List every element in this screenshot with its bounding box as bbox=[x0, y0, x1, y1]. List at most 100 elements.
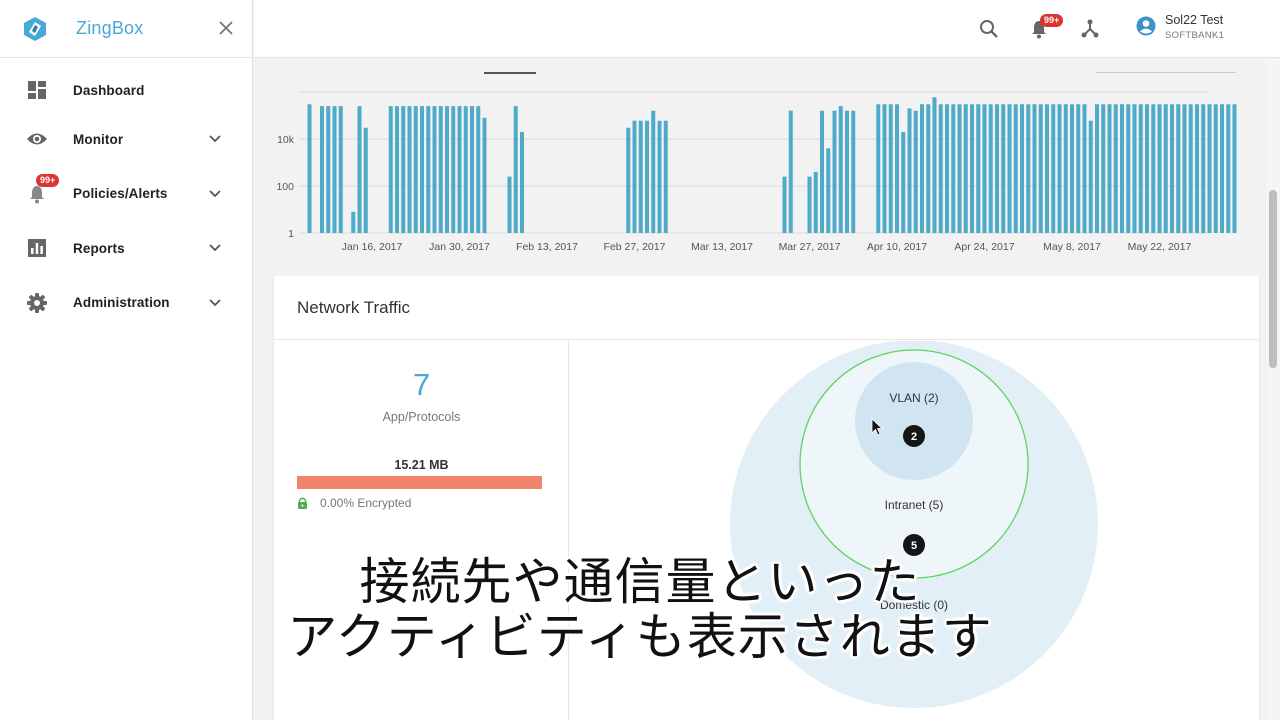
chart-bar[interactable] bbox=[1157, 104, 1162, 233]
sidebar-item-administration[interactable]: Administration bbox=[0, 276, 252, 331]
chart-bar[interactable] bbox=[1038, 104, 1043, 233]
app-protocol-count[interactable]: 7 bbox=[274, 367, 569, 403]
search-icon[interactable] bbox=[978, 18, 1000, 40]
chart-bar[interactable] bbox=[351, 211, 356, 233]
chart-bar[interactable] bbox=[907, 108, 912, 233]
chart-bar[interactable] bbox=[1176, 104, 1181, 233]
chart-bar[interactable] bbox=[976, 104, 981, 233]
chart-bar[interactable] bbox=[1101, 104, 1106, 233]
chart-bar[interactable] bbox=[407, 106, 412, 233]
scrollbar-thumb[interactable] bbox=[1269, 190, 1277, 368]
chart-bar[interactable] bbox=[1088, 120, 1093, 233]
chart-bar[interactable] bbox=[1163, 104, 1168, 233]
chart-bar[interactable] bbox=[363, 127, 368, 233]
chart-bar[interactable] bbox=[1145, 104, 1149, 233]
chart-bar[interactable] bbox=[432, 106, 437, 233]
chart-bar[interactable] bbox=[963, 104, 968, 233]
chevron-down-icon[interactable] bbox=[208, 242, 222, 254]
chart-bar[interactable] bbox=[895, 104, 899, 233]
chart-bar[interactable] bbox=[651, 110, 656, 233]
chart-bar[interactable] bbox=[657, 120, 662, 233]
chart-bar[interactable] bbox=[920, 104, 924, 233]
network-topology-icon[interactable] bbox=[1079, 18, 1101, 40]
chart-bar[interactable] bbox=[1213, 104, 1218, 233]
sidebar-item-policies-alerts[interactable]: 99+ Policies/Alerts bbox=[0, 167, 252, 222]
chart-bar[interactable] bbox=[1195, 104, 1199, 233]
chart-bar[interactable] bbox=[945, 104, 949, 233]
chart-bar[interactable] bbox=[420, 106, 424, 233]
chart-bar[interactable] bbox=[1095, 104, 1099, 233]
chart-bar[interactable] bbox=[838, 106, 843, 233]
chart-bar[interactable] bbox=[926, 104, 931, 233]
chart-bar[interactable] bbox=[1001, 104, 1006, 233]
chart-bar[interactable] bbox=[1188, 104, 1193, 233]
chevron-down-icon[interactable] bbox=[208, 297, 222, 309]
chart-bar[interactable] bbox=[951, 104, 956, 233]
chart-bar[interactable] bbox=[438, 106, 443, 233]
chart-bar[interactable] bbox=[1138, 104, 1143, 233]
chart-bar[interactable] bbox=[813, 171, 818, 233]
chart-bar[interactable] bbox=[845, 110, 849, 233]
chart-bar[interactable] bbox=[451, 106, 456, 233]
chart-bar[interactable] bbox=[1220, 104, 1224, 233]
chart-bar[interactable] bbox=[638, 120, 643, 233]
chart-bar[interactable] bbox=[476, 106, 481, 233]
chart-bar[interactable] bbox=[876, 104, 881, 233]
chart-bar[interactable] bbox=[457, 106, 462, 233]
chart-bar[interactable] bbox=[470, 106, 474, 233]
chart-bar[interactable] bbox=[1051, 104, 1056, 233]
chart-bar[interactable] bbox=[326, 106, 331, 233]
chart-bar[interactable] bbox=[307, 104, 312, 233]
chart-bar[interactable] bbox=[513, 106, 518, 233]
sidebar-item-reports[interactable]: Reports bbox=[0, 221, 252, 276]
chart-bar[interactable] bbox=[782, 176, 787, 233]
chart-bar[interactable] bbox=[1063, 104, 1068, 233]
chart-bar[interactable] bbox=[1057, 104, 1062, 233]
chart-bar[interactable] bbox=[1170, 104, 1174, 233]
chart-bar[interactable] bbox=[357, 106, 362, 233]
chart-bar[interactable] bbox=[1107, 104, 1112, 233]
chart-bar[interactable] bbox=[888, 104, 893, 233]
notifications-button[interactable]: 99+ bbox=[1028, 14, 1064, 40]
chart-bar[interactable] bbox=[626, 127, 631, 233]
chart-bar[interactable] bbox=[332, 106, 337, 233]
chart-bar[interactable] bbox=[1201, 104, 1206, 233]
chart-bar[interactable] bbox=[1070, 104, 1074, 233]
chart-bar[interactable] bbox=[1151, 104, 1156, 233]
chart-bar[interactable] bbox=[1232, 104, 1237, 233]
chart-bar[interactable] bbox=[1132, 104, 1137, 233]
chart-bar[interactable] bbox=[1226, 104, 1231, 233]
chart-bar[interactable] bbox=[807, 176, 812, 233]
chart-bar[interactable] bbox=[1113, 104, 1118, 233]
chart-bar[interactable] bbox=[851, 110, 856, 233]
chart-bar[interactable] bbox=[1126, 104, 1131, 233]
chart-bar[interactable] bbox=[995, 104, 999, 233]
chart-bar[interactable] bbox=[338, 106, 343, 233]
sidebar-item-monitor[interactable]: Monitor bbox=[0, 112, 252, 167]
chart-bar[interactable] bbox=[1082, 104, 1087, 233]
chart-bar[interactable] bbox=[1013, 104, 1018, 233]
close-icon[interactable] bbox=[216, 18, 236, 38]
chart-bar[interactable] bbox=[645, 120, 649, 233]
chart-bar[interactable] bbox=[957, 104, 962, 233]
chart-bar[interactable] bbox=[882, 104, 887, 233]
chart-bar[interactable] bbox=[1076, 104, 1081, 233]
chart-bar[interactable] bbox=[663, 120, 668, 233]
chart-bar[interactable] bbox=[970, 104, 974, 233]
chart-bar[interactable] bbox=[463, 106, 468, 233]
chart-bar[interactable] bbox=[395, 106, 399, 233]
chart-bar[interactable] bbox=[1007, 104, 1012, 233]
sidebar-item-dashboard[interactable]: Dashboard bbox=[0, 68, 252, 112]
chart-bar[interactable] bbox=[520, 131, 524, 233]
chart-bar[interactable] bbox=[1045, 104, 1049, 233]
chart-bar[interactable] bbox=[1032, 104, 1037, 233]
chart-bar[interactable] bbox=[388, 106, 393, 233]
chart-bar[interactable] bbox=[445, 106, 449, 233]
chart-bar[interactable] bbox=[320, 106, 324, 233]
chart-bar[interactable] bbox=[401, 106, 406, 233]
chart-bar[interactable] bbox=[901, 131, 906, 233]
chart-bar[interactable] bbox=[913, 110, 918, 233]
chart-bar[interactable] bbox=[413, 106, 418, 233]
chart-bar[interactable] bbox=[507, 176, 512, 233]
chart-bar[interactable] bbox=[932, 97, 937, 234]
